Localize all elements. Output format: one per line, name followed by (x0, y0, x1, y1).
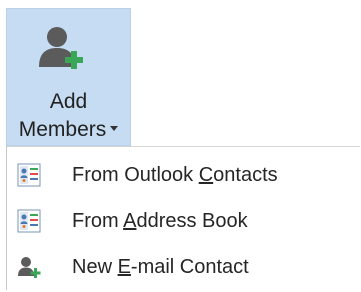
accelerator-key: A (123, 210, 137, 232)
add-person-icon (39, 27, 83, 69)
menu-item-new-email-contact[interactable]: New E-mail Contact (7, 244, 360, 290)
add-members-label-line2-text: Members (18, 118, 107, 141)
accelerator-key: E (117, 256, 131, 278)
add-contact-icon (18, 257, 41, 278)
menu-item-label: From Outlook Contacts (72, 152, 278, 198)
address-book-icon (17, 209, 41, 233)
label-part: ontacts (213, 164, 278, 186)
menu-item-from-address-book[interactable]: From Address Book (7, 198, 360, 244)
label-part: From Outlook (72, 164, 199, 186)
add-members-menu: From Outlook Contacts From Address Book (6, 146, 360, 290)
label-part: ddress Book (136, 210, 248, 232)
menu-item-from-outlook-contacts[interactable]: From Outlook Contacts (7, 152, 360, 198)
dropdown-caret-icon (110, 126, 119, 132)
accelerator-key: C (198, 164, 214, 186)
label-part: -mail Contact (130, 256, 249, 278)
add-members-dropdown: Add Members From Outlook Contacts From A… (0, 0, 361, 292)
label-part: From (72, 210, 124, 232)
add-members-button[interactable]: Add Members (6, 8, 131, 146)
menu-item-label: From Address Book (72, 198, 248, 244)
label-part: New (72, 256, 118, 278)
add-members-label-line2: Members (7, 117, 130, 143)
address-book-icon (17, 163, 41, 187)
add-members-label-line1: Add (49, 90, 88, 113)
menu-item-label: New E-mail Contact (72, 244, 249, 290)
